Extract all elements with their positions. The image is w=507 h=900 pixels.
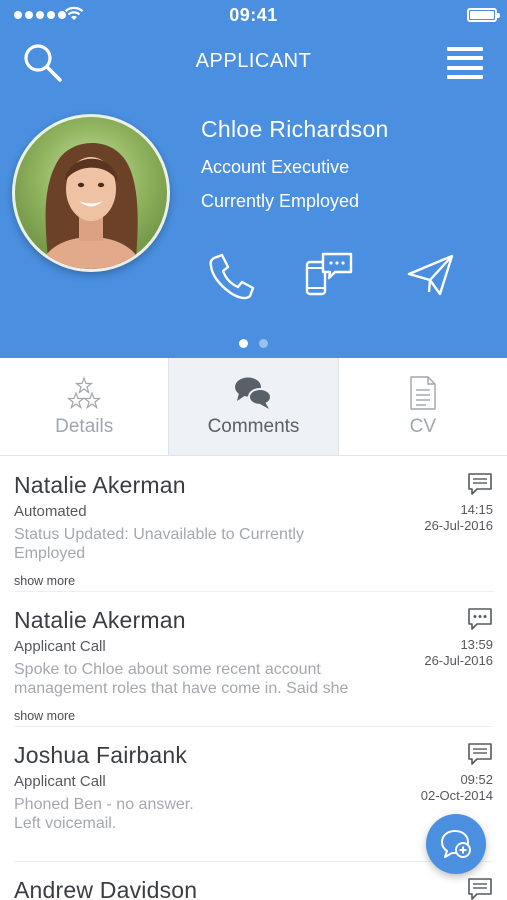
sms-message-icon[interactable] bbox=[303, 250, 355, 302]
comment-date: 26-Jul-2016 bbox=[424, 653, 493, 668]
phone-icon[interactable] bbox=[205, 250, 257, 302]
comment-author: Andrew Davidson bbox=[14, 877, 198, 900]
note-icon bbox=[468, 743, 492, 765]
comment-text: Phoned Ben - no answer. Left voicemail. bbox=[14, 796, 194, 832]
tab-cv[interactable]: CV bbox=[339, 358, 507, 455]
status-bar: 09:41 bbox=[0, 0, 507, 32]
comment-author: Joshua Fairbank bbox=[14, 742, 188, 768]
page-indicator bbox=[0, 339, 507, 348]
comment-time: 14:15 bbox=[460, 502, 493, 517]
comment-text: Spoke to Chloe about some recent account… bbox=[14, 661, 349, 697]
comments-icon bbox=[234, 376, 273, 410]
stars-icon bbox=[67, 376, 102, 410]
hamburger-menu-icon[interactable] bbox=[447, 47, 483, 79]
comment-item[interactable]: Natalie Akerman Applicant Call Spoke to … bbox=[14, 592, 493, 727]
comment-author: Natalie Akerman bbox=[14, 607, 186, 633]
tab-comments-label: Comments bbox=[207, 416, 300, 437]
tab-cv-label: CV bbox=[409, 416, 437, 437]
add-comment-icon bbox=[441, 830, 471, 858]
tab-details[interactable]: Details bbox=[0, 358, 168, 455]
comment-item[interactable]: Joshua Fairbank Applicant Call Phoned Be… bbox=[14, 727, 493, 862]
comment-date: 02-Oct-2014 bbox=[420, 788, 493, 803]
comment-type: Applicant Call bbox=[14, 638, 106, 655]
avatar bbox=[12, 114, 170, 272]
comment-type: Applicant Call bbox=[14, 773, 106, 790]
battery-icon bbox=[467, 8, 500, 22]
comment-time: 09:52 bbox=[460, 772, 493, 787]
applicant-name: Chloe Richardson bbox=[201, 116, 389, 142]
applicant-job-title: Account Executive bbox=[201, 157, 350, 177]
tab-bar: Details Comments CV bbox=[0, 358, 507, 456]
send-email-icon[interactable] bbox=[405, 250, 457, 302]
show-more-link[interactable]: show more bbox=[14, 709, 75, 723]
tab-comments[interactable]: Comments bbox=[168, 358, 339, 455]
comment-item[interactable]: Andrew Davidson bbox=[14, 862, 493, 900]
page-dot-1[interactable] bbox=[239, 339, 248, 348]
comment-time: 13:59 bbox=[460, 637, 493, 652]
comment-author: Natalie Akerman bbox=[14, 472, 186, 498]
comment-item[interactable]: Natalie Akerman Automated Status Updated… bbox=[14, 457, 493, 592]
page-dot-2[interactable] bbox=[259, 339, 268, 348]
add-comment-button[interactable] bbox=[426, 814, 486, 874]
show-more-link[interactable]: show more bbox=[14, 574, 75, 588]
note-icon bbox=[468, 473, 492, 495]
document-icon bbox=[409, 376, 437, 410]
note-icon bbox=[468, 878, 492, 900]
chat-bubble-icon bbox=[468, 608, 492, 630]
tab-details-label: Details bbox=[55, 416, 114, 437]
comment-text: Status Updated: Unavailable to Currently… bbox=[14, 526, 304, 562]
status-time: 09:41 bbox=[229, 5, 278, 25]
comment-type: Automated bbox=[14, 503, 87, 520]
comment-date: 26-Jul-2016 bbox=[424, 518, 493, 533]
page-title: APPLICANT bbox=[195, 50, 312, 72]
profile-header: 09:41 APPLICANT Chloe Richardson Account… bbox=[0, 0, 507, 358]
applicant-employment-status: Currently Employed bbox=[201, 191, 360, 211]
